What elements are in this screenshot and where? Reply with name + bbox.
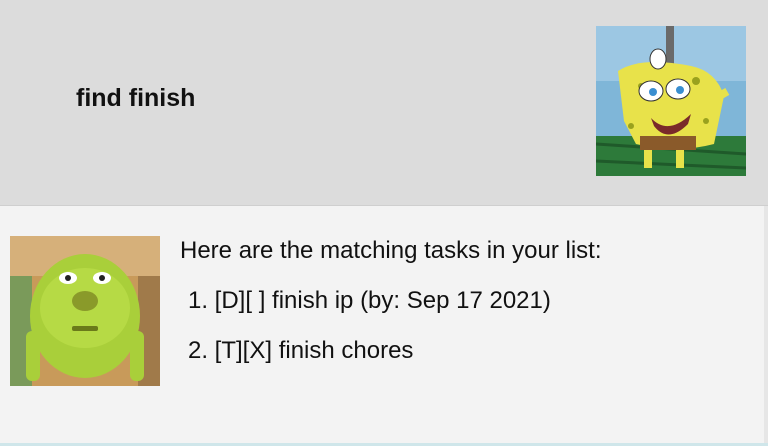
chat-window: find finish Here are the matching tasks … (0, 0, 768, 446)
task-item: 1. [D][ ] finish ip (by: Sep 17 2021) (188, 287, 551, 314)
task-item: 2. [T][X] finish chores (188, 337, 414, 364)
spongebob-avatar-icon (596, 26, 746, 176)
mike-wazowski-avatar-icon (10, 236, 160, 386)
user-message-text: find finish (76, 84, 196, 112)
bot-message-text: Here are the matching tasks in your list… (180, 236, 602, 366)
bot-intro-line: Here are the matching tasks in your list… (180, 237, 602, 264)
scrollbar-track[interactable] (764, 206, 768, 443)
bot-message-row: Here are the matching tasks in your list… (0, 206, 768, 446)
user-message-row: find finish (0, 0, 768, 206)
